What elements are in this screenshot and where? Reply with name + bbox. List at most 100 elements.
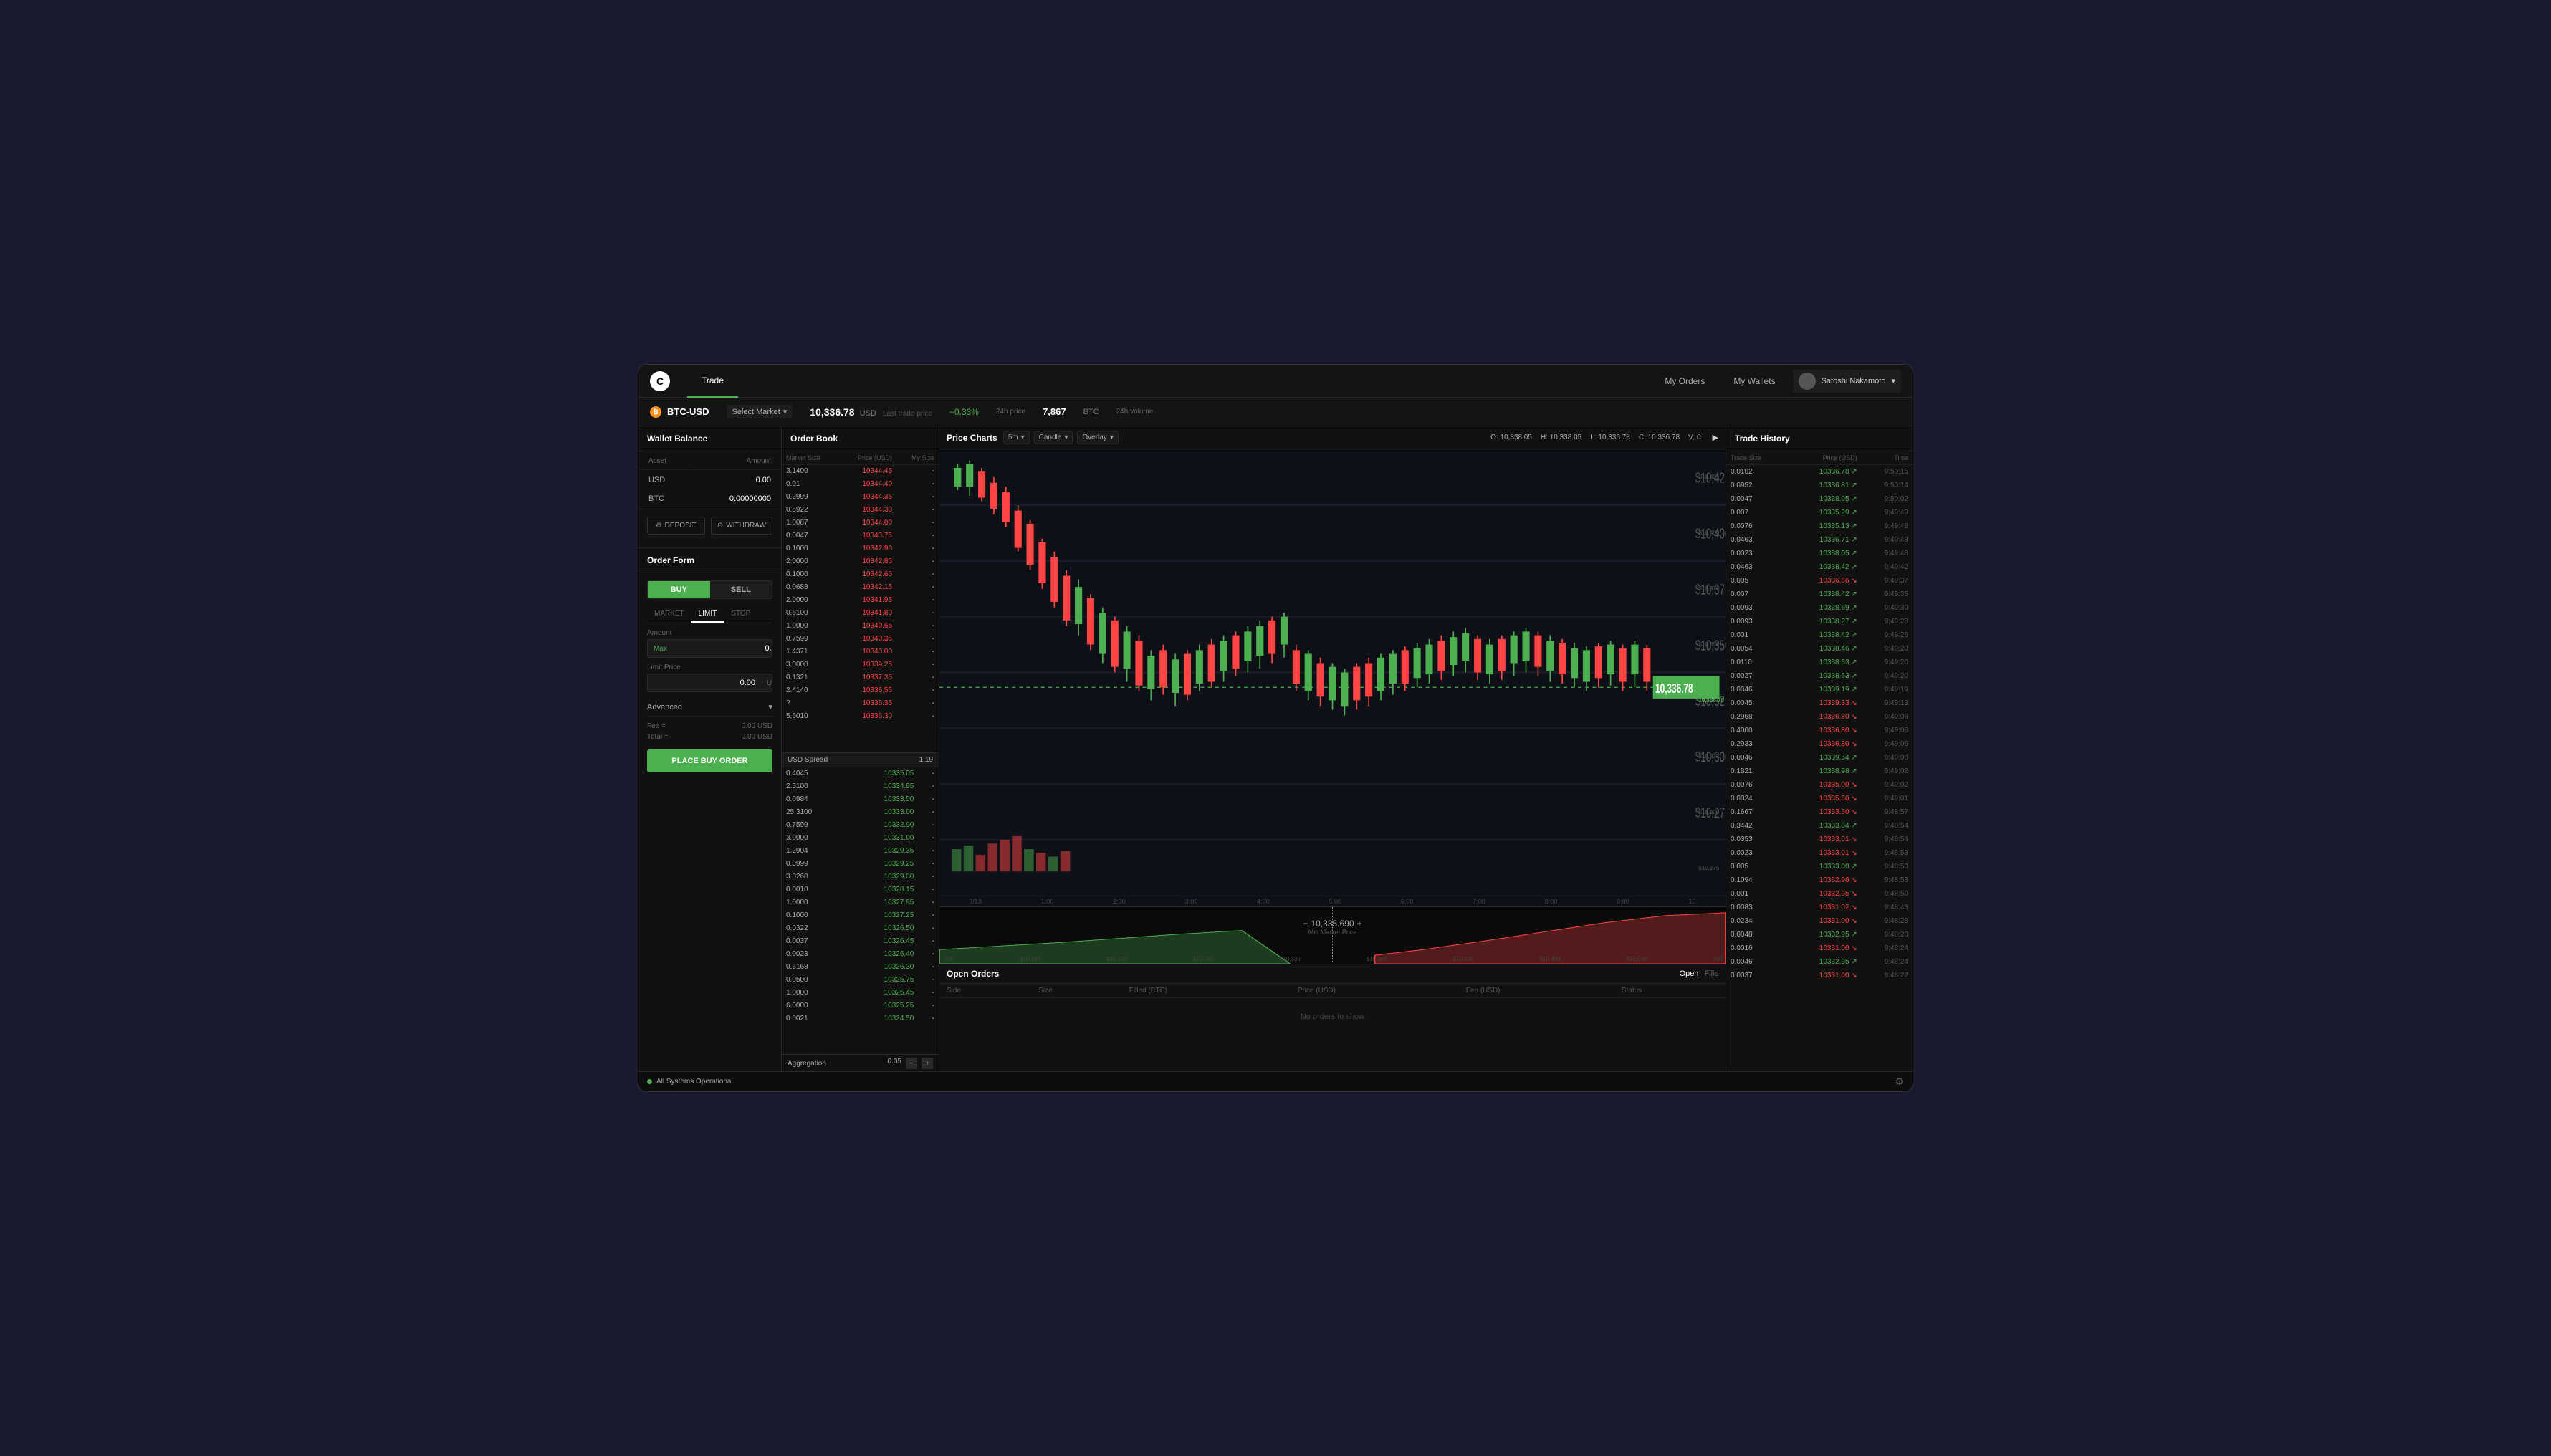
bid-row[interactable]: 0.0023 10326.40 - <box>782 948 939 961</box>
market-tab[interactable]: MARKET <box>647 606 691 623</box>
col-th-price: Price (USD) <box>1789 451 1862 465</box>
tab-trade[interactable]: Trade <box>687 365 738 398</box>
ask-row[interactable]: 2.4140 10336.55 - <box>782 684 939 697</box>
bid-row[interactable]: 0.0010 10328.15 - <box>782 883 939 896</box>
ask-row[interactable]: 0.0688 10342.15 - <box>782 581 939 594</box>
place-order-button[interactable]: PLACE BUY ORDER <box>647 749 772 772</box>
ask-row[interactable]: 3.1400 10344.45 - <box>782 465 939 479</box>
bid-row[interactable]: 0.0322 10326.50 - <box>782 922 939 935</box>
trade-history-panel: Trade History Trade Size Price (USD) Tim… <box>1726 426 1913 1071</box>
bid-row[interactable]: 1.2904 10329.35 - <box>782 845 939 858</box>
fee-row: Fee = 0.00 USD <box>638 721 781 732</box>
ticker-bar: ₿ BTC-USD Select Market ▾ 10,336.78 USD … <box>638 398 1913 426</box>
my-orders-button[interactable]: My Orders <box>1653 372 1716 391</box>
chart-header: Price Charts 5m ▾ Candle ▾ Overlay ▾ <box>939 426 1726 449</box>
ask-row[interactable]: 0.7599 10340.35 - <box>782 633 939 646</box>
ask-row[interactable]: 0.1000 10342.90 - <box>782 542 939 555</box>
agg-plus-button[interactable]: + <box>922 1058 933 1069</box>
ask-row[interactable]: 2.0000 10342.85 - <box>782 555 939 568</box>
ask-row[interactable]: ? 10336.35 - <box>782 697 939 710</box>
user-menu[interactable]: Satoshi Nakamoto ▾ <box>1793 370 1901 393</box>
svg-text:$10,275: $10,275 <box>1695 804 1726 821</box>
trade-row: 0.4000 10336.80 ↘ 9:49:06 <box>1726 724 1913 737</box>
trade-row: 0.0093 10338.69 ↗ 9:49:30 <box>1726 601 1913 615</box>
volume-label: 24h volume <box>1116 408 1154 416</box>
buy-tab[interactable]: BUY <box>648 581 710 598</box>
bid-row[interactable]: 0.6168 10326.30 - <box>782 961 939 974</box>
select-market-button[interactable]: Select Market ▾ <box>727 405 793 418</box>
bid-row[interactable]: 0.0984 10333.50 - <box>782 793 939 806</box>
trade-row: 0.1821 10338.98 ↗ 9:49:02 <box>1726 765 1913 778</box>
left-panel: Wallet Balance Asset Amount USD 0.00 BTC <box>638 426 782 1071</box>
ask-row[interactable]: 1.0000 10340.65 - <box>782 620 939 633</box>
stop-tab[interactable]: STOP <box>724 606 757 623</box>
my-wallets-button[interactable]: My Wallets <box>1722 372 1786 391</box>
time-axis: 9/13 1:00 2:00 3:00 4:00 5:00 6:00 7:00 … <box>939 896 1726 906</box>
tab-fills[interactable]: Fills <box>1704 969 1718 978</box>
main-content: Wallet Balance Asset Amount USD 0.00 BTC <box>638 426 1913 1071</box>
chevron-down-icon: ▾ <box>783 407 788 416</box>
sell-tab[interactable]: SELL <box>710 581 772 598</box>
order-book-panel: Order Book Market Size Price (USD) My Si… <box>782 426 939 1071</box>
withdraw-button[interactable]: ⊖ WITHDRAW <box>711 517 772 535</box>
deposit-button[interactable]: ⊕ DEPOSIT <box>647 517 705 535</box>
price-currency: USD <box>860 409 876 418</box>
overlay-select[interactable]: Overlay ▾ <box>1077 431 1118 444</box>
ask-row[interactable]: 3.0000 10339.25 - <box>782 658 939 671</box>
ask-row[interactable]: 0.0047 10343.75 - <box>782 530 939 542</box>
bid-row[interactable]: 0.0999 10329.25 - <box>782 858 939 871</box>
ask-row[interactable]: 5.6010 10336.30 - <box>782 710 939 723</box>
chart-controls: 5m ▾ Candle ▾ Overlay ▾ <box>1003 431 1485 444</box>
ask-row[interactable]: 1.0087 10344.00 - <box>782 517 939 530</box>
chart-forward-icon[interactable]: ▶ <box>1713 433 1718 442</box>
ask-row[interactable]: 0.1000 10342.65 - <box>782 568 939 581</box>
advanced-toggle[interactable]: Advanced ▾ <box>638 698 781 716</box>
tab-open[interactable]: Open <box>1680 969 1699 978</box>
timeframe-select[interactable]: 5m ▾ <box>1003 431 1030 444</box>
settings-button[interactable]: ⚙ <box>1895 1076 1904 1088</box>
trade-row: 0.0027 10338.63 ↗ 9:49:20 <box>1726 669 1913 683</box>
ask-row[interactable]: 0.5922 10344.30 - <box>782 504 939 517</box>
bid-row[interactable]: 1.0000 10327.95 - <box>782 896 939 909</box>
trade-history-table: Trade Size Price (USD) Time 0.0102 10336… <box>1726 451 1913 982</box>
change-label: 24h price <box>996 408 1025 416</box>
btc-asset: BTC <box>640 490 691 507</box>
status-dot <box>647 1079 652 1084</box>
ask-row[interactable]: 0.1321 10337.35 - <box>782 671 939 684</box>
trade-row: 0.0023 10333.01 ↘ 9:48:53 <box>1726 846 1913 860</box>
bid-row[interactable]: 3.0000 10331.00 - <box>782 832 939 845</box>
agg-minus-button[interactable]: − <box>906 1058 917 1069</box>
max-label[interactable]: Max <box>648 641 673 657</box>
bid-row[interactable]: 2.5100 10334.95 - <box>782 780 939 793</box>
amount-field: Amount Max BTC <box>647 629 772 658</box>
ask-row[interactable]: 0.6100 10341.80 - <box>782 607 939 620</box>
limit-price-input[interactable] <box>648 674 761 691</box>
total-row: Total = 0.00 USD <box>638 732 781 742</box>
bid-row[interactable]: 25.3100 10333.00 - <box>782 806 939 819</box>
bid-row[interactable]: 0.0500 10325.75 - <box>782 974 939 987</box>
trade-row: 0.0353 10333.01 ↘ 9:48:54 <box>1726 833 1913 846</box>
chart-type-select[interactable]: Candle ▾ <box>1034 431 1073 444</box>
bid-row[interactable]: 3.0268 10329.00 - <box>782 871 939 883</box>
ask-row[interactable]: 0.01 10344.40 - <box>782 478 939 491</box>
bid-row[interactable]: 6.0000 10325.25 - <box>782 1000 939 1012</box>
trading-pair: ₿ BTC-USD <box>650 406 709 418</box>
trade-row: 0.005 10333.00 ↗ 9:48:53 <box>1726 860 1913 873</box>
limit-tab[interactable]: LIMIT <box>691 606 724 623</box>
bid-row[interactable]: 1.0000 10325.45 - <box>782 987 939 1000</box>
trade-row: 0.0952 10336.81 ↗ 9:50:14 <box>1726 479 1913 492</box>
bid-row[interactable]: 0.0037 10326.45 - <box>782 935 939 948</box>
amount-input[interactable] <box>673 640 772 657</box>
ask-row[interactable]: 2.0000 10341.95 - <box>782 594 939 607</box>
avatar <box>1799 373 1816 390</box>
last-price-label: Last trade price <box>883 410 932 418</box>
plus-icon: ⊕ <box>656 522 661 530</box>
wallet-row-btc: BTC 0.00000000 <box>640 490 780 507</box>
buy-sell-tabs: BUY SELL <box>647 580 772 599</box>
ask-row[interactable]: 0.2999 10344.35 - <box>782 491 939 504</box>
bid-row[interactable]: 0.4045 10335.05 - <box>782 767 939 780</box>
ask-row[interactable]: 1.4371 10340.00 - <box>782 646 939 658</box>
bid-row[interactable]: 0.1000 10327.25 - <box>782 909 939 922</box>
bid-row[interactable]: 0.0021 10324.50 - <box>782 1012 939 1025</box>
bid-row[interactable]: 0.7599 10332.90 - <box>782 819 939 832</box>
